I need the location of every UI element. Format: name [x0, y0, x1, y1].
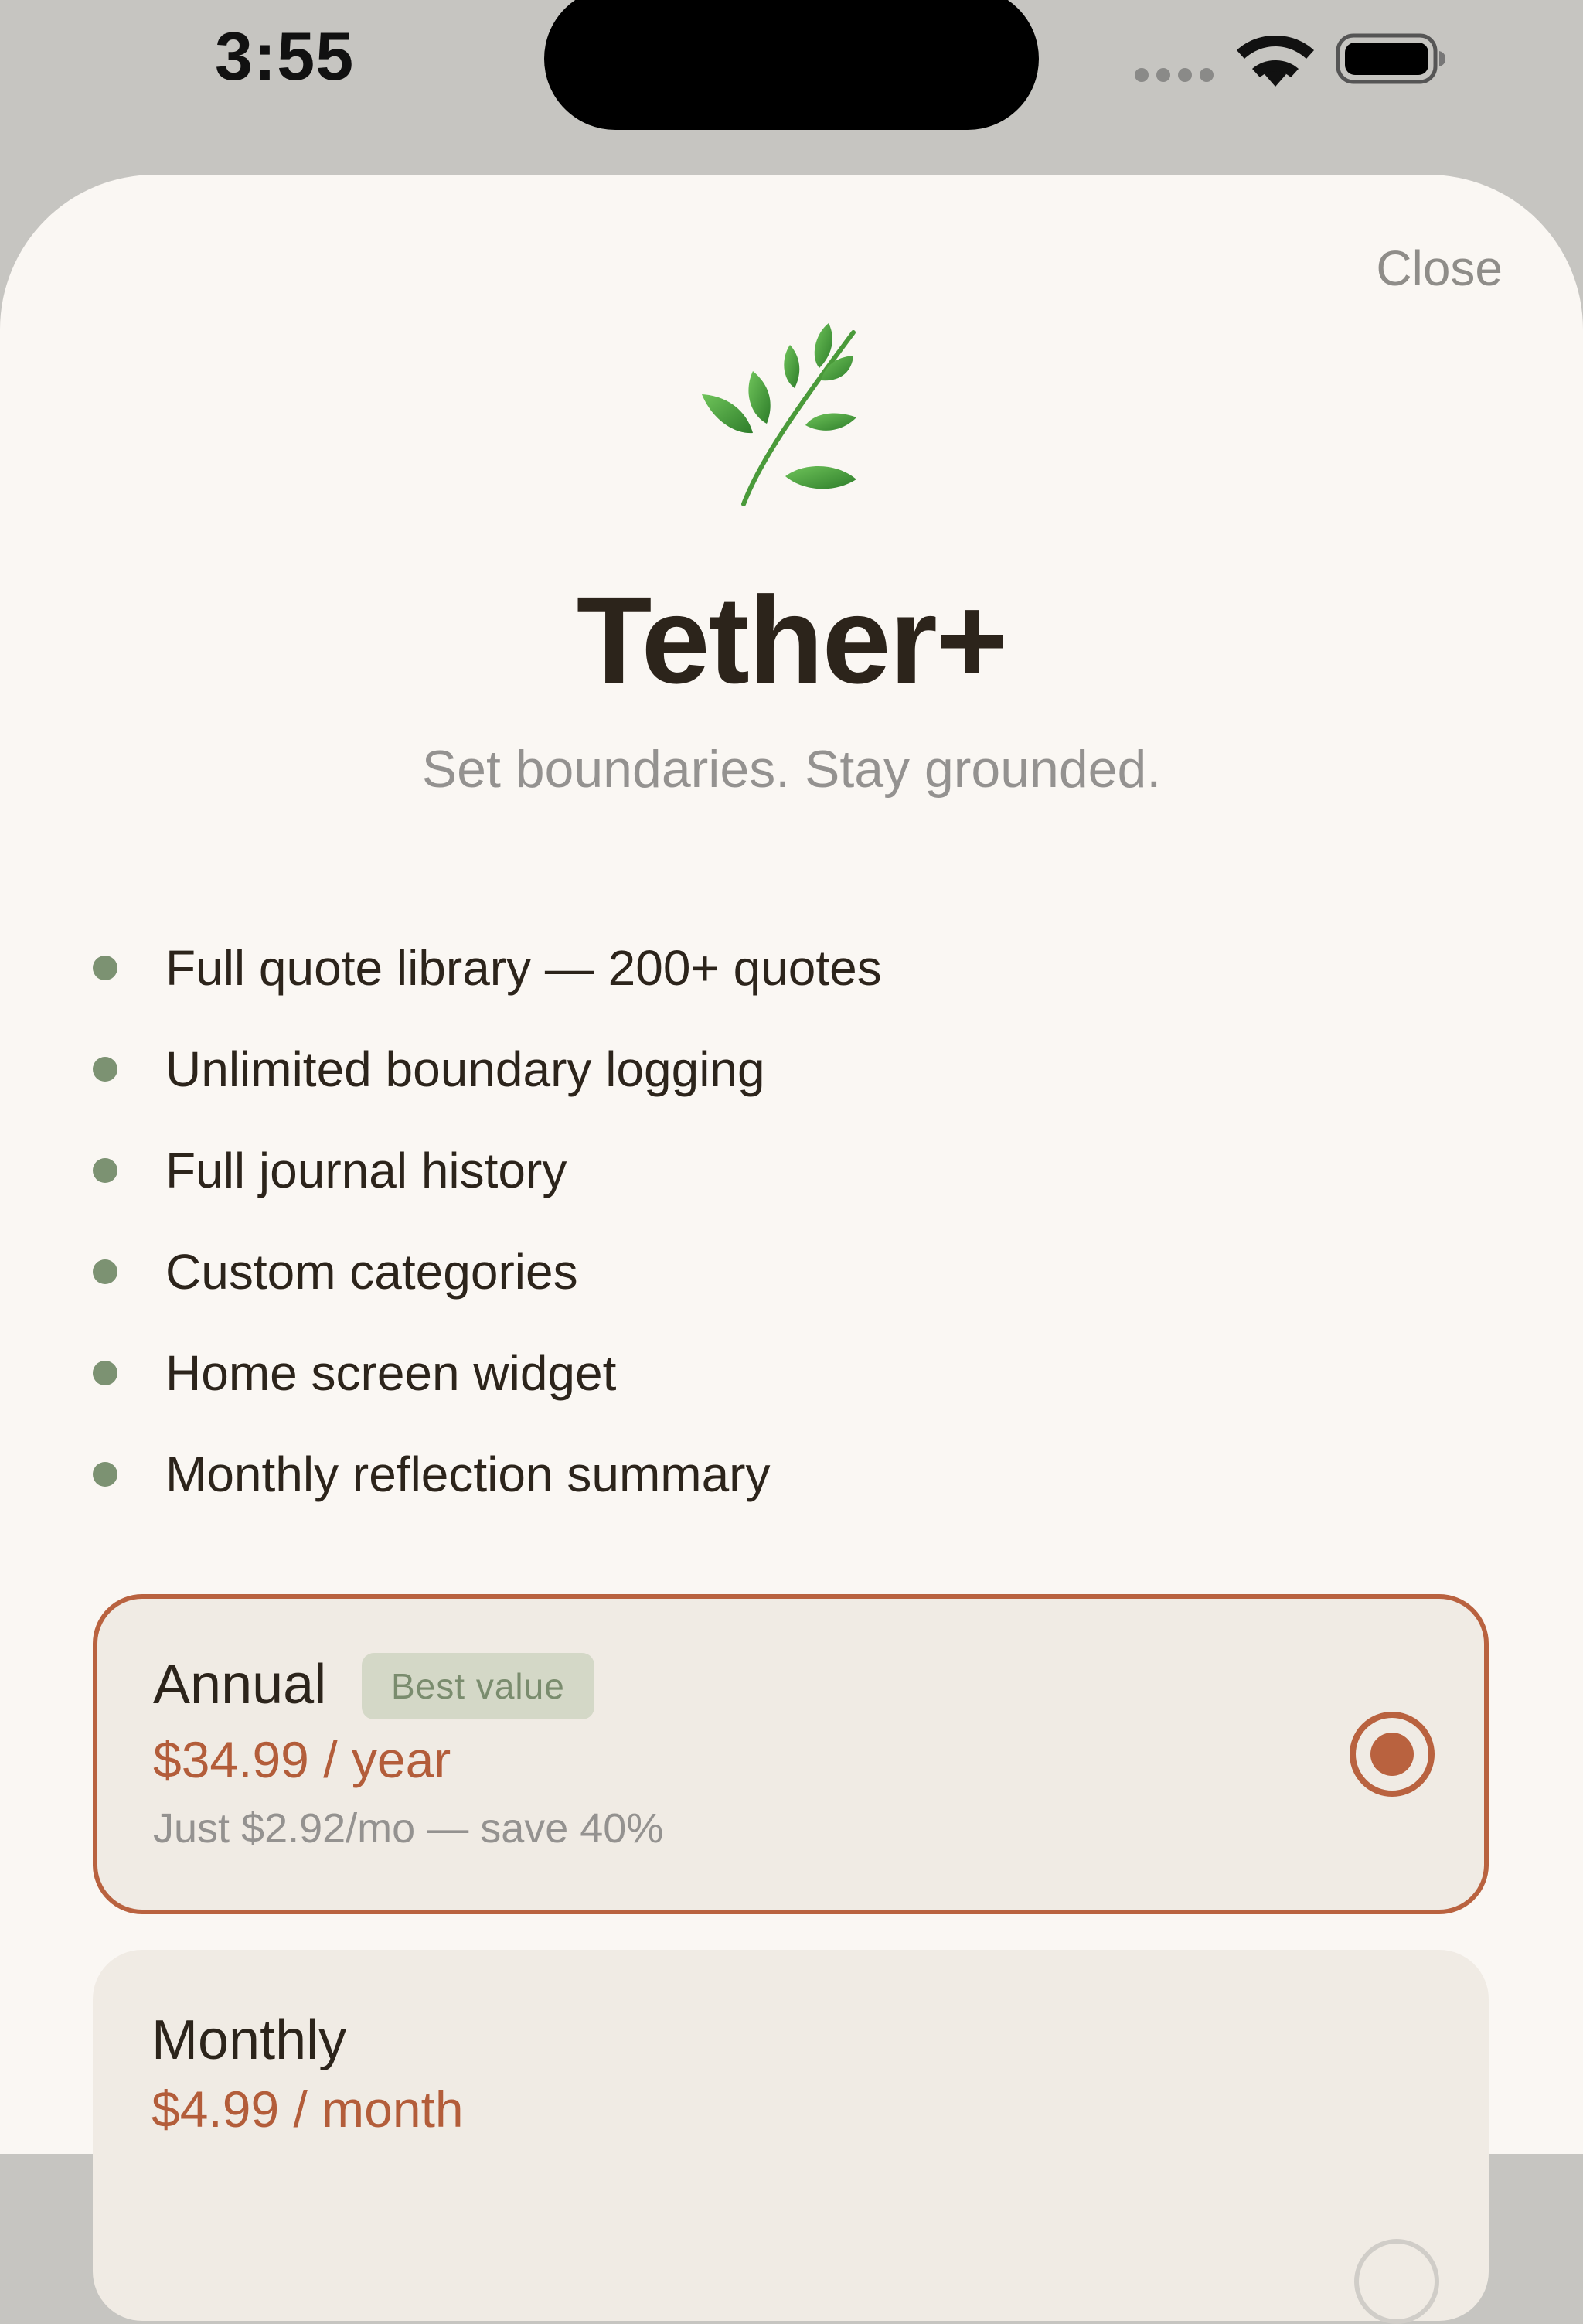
- feature-item: Monthly reflection summary: [93, 1423, 882, 1525]
- feature-label: Monthly reflection summary: [165, 1446, 771, 1502]
- feature-label: Unlimited boundary logging: [165, 1041, 765, 1097]
- feature-item: Full journal history: [93, 1119, 882, 1221]
- herb-icon: [702, 323, 856, 506]
- feature-label: Home screen widget: [165, 1344, 617, 1401]
- paywall-subtitle: Set boundaries. Stay grounded.: [421, 740, 1162, 799]
- bullet-dot-icon: [93, 1056, 117, 1082]
- plan-option-annual[interactable]: Annual Best value $34.99 / year Just $2.…: [93, 1594, 1489, 1914]
- plan-name: Annual: [153, 1654, 327, 1716]
- radio-selected-icon[interactable]: [1350, 1712, 1435, 1797]
- best-value-badge: Best value: [362, 1653, 594, 1719]
- battery-icon: [1336, 33, 1445, 84]
- close-button[interactable]: Close: [1376, 240, 1503, 297]
- dynamic-island: [544, 0, 1039, 130]
- cellular-signal-icon: [1135, 68, 1214, 82]
- feature-label: Full quote library — 200+ quotes: [165, 939, 882, 996]
- bullet-dot-icon: [93, 1360, 117, 1385]
- bullet-dot-icon: [93, 1461, 117, 1487]
- plan-option-monthly[interactable]: Monthly $4.99 / month: [93, 1950, 1489, 2324]
- bullet-dot-icon: [93, 1259, 117, 1284]
- status-bar: 3:55: [0, 0, 1583, 175]
- bullet-dot-icon: [93, 1157, 117, 1183]
- feature-item: Custom categories: [93, 1221, 882, 1322]
- feature-list: Full quote library — 200+ quotes Unlimit…: [93, 917, 882, 1525]
- feature-label: Full journal history: [165, 1142, 567, 1198]
- feature-item: Unlimited boundary logging: [93, 1018, 882, 1119]
- paywall-title: Tether+: [576, 571, 1009, 709]
- plan-savings-note: Just $2.92/mo — save 40%: [153, 1805, 664, 1852]
- feature-item: Full quote library — 200+ quotes: [93, 917, 882, 1018]
- plan-price: $34.99 / year: [153, 1731, 451, 1788]
- plan-name: Monthly: [151, 2009, 347, 2071]
- status-time: 3:55: [215, 18, 355, 94]
- radio-unselected-icon[interactable]: [1354, 2239, 1439, 2324]
- plan-price: $4.99 / month: [151, 2080, 464, 2138]
- paywall-sheet: Close Tether+ Set boundaries. Stay groun…: [0, 175, 1583, 2324]
- wifi-icon: [1237, 36, 1314, 87]
- bullet-dot-icon: [93, 955, 117, 980]
- feature-label: Custom categories: [165, 1243, 578, 1300]
- feature-item: Home screen widget: [93, 1322, 882, 1423]
